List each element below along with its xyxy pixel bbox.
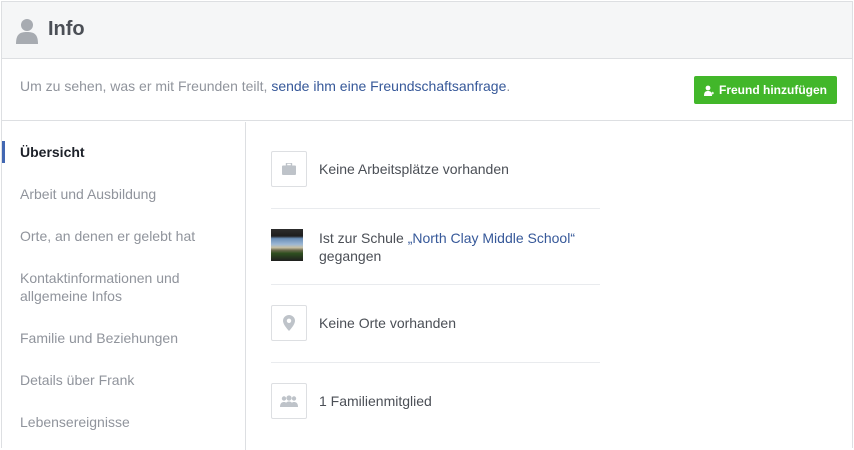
info-header: Info — [2, 2, 852, 59]
person-icon — [16, 19, 38, 44]
notice-prefix: Um zu sehen, was er mit Freunden teilt, — [20, 78, 272, 94]
school-prefix: Ist zur Schule — [319, 230, 408, 246]
school-link[interactable]: „North Clay Middle School“ — [408, 230, 575, 246]
people-icon — [271, 383, 307, 419]
add-friend-icon — [704, 85, 714, 96]
family-text[interactable]: 1 Familienmitglied — [319, 392, 432, 410]
sidebar-item-details[interactable]: Details über Frank — [2, 371, 245, 389]
info-card: Info Um zu sehen, was er mit Freunden te… — [1, 1, 853, 450]
places-row: Keine Orte vorhanden — [271, 305, 599, 341]
briefcase-icon — [271, 151, 307, 187]
sidebar-item-places-lived[interactable]: Orte, an denen er gelebt hat — [2, 227, 245, 245]
divider — [271, 208, 600, 209]
sidebar-item-family-relationships[interactable]: Familie und Beziehungen — [2, 329, 245, 347]
family-row: 1 Familienmitglied — [271, 383, 599, 419]
sidebar-item-life-events[interactable]: Lebensereignisse — [2, 413, 245, 431]
location-pin-icon — [271, 305, 307, 341]
page-title: Info — [48, 18, 85, 40]
school-row: Ist zur Schule „North Clay Middle School… — [271, 229, 599, 269]
divider — [271, 362, 600, 363]
sidebar-item-overview[interactable]: Übersicht — [2, 141, 245, 163]
sidebar-item-work-education[interactable]: Arbeit und Ausbildung — [2, 185, 245, 203]
school-suffix: gegangen — [319, 248, 382, 264]
add-friend-button[interactable]: Freund hinzufügen — [694, 76, 837, 104]
add-friend-label: Freund hinzufügen — [719, 83, 827, 97]
school-thumbnail[interactable] — [271, 229, 303, 261]
work-row: Keine Arbeitsplätze vorhanden — [271, 151, 599, 187]
friend-request-notice: Um zu sehen, was er mit Freunden teilt, … — [2, 60, 852, 121]
sidebar-item-contact-info[interactable]: Kontaktinformationen und allgemeine Info… — [2, 269, 202, 305]
places-text: Keine Orte vorhanden — [319, 315, 456, 331]
divider — [271, 284, 600, 285]
friend-request-link[interactable]: sende ihm eine Freundschaftsanfrage — [271, 78, 506, 94]
info-sidebar: Übersicht Arbeit und Ausbildung Orte, an… — [2, 122, 246, 450]
notice-suffix: . — [506, 78, 511, 94]
overview-content: Keine Arbeitsplätze vorhanden Ist zur Sc… — [247, 122, 852, 450]
notice-text: Um zu sehen, was er mit Freunden teilt, … — [20, 78, 510, 94]
school-text: Ist zur Schule „North Clay Middle School… — [319, 229, 575, 265]
work-text: Keine Arbeitsplätze vorhanden — [319, 161, 509, 177]
